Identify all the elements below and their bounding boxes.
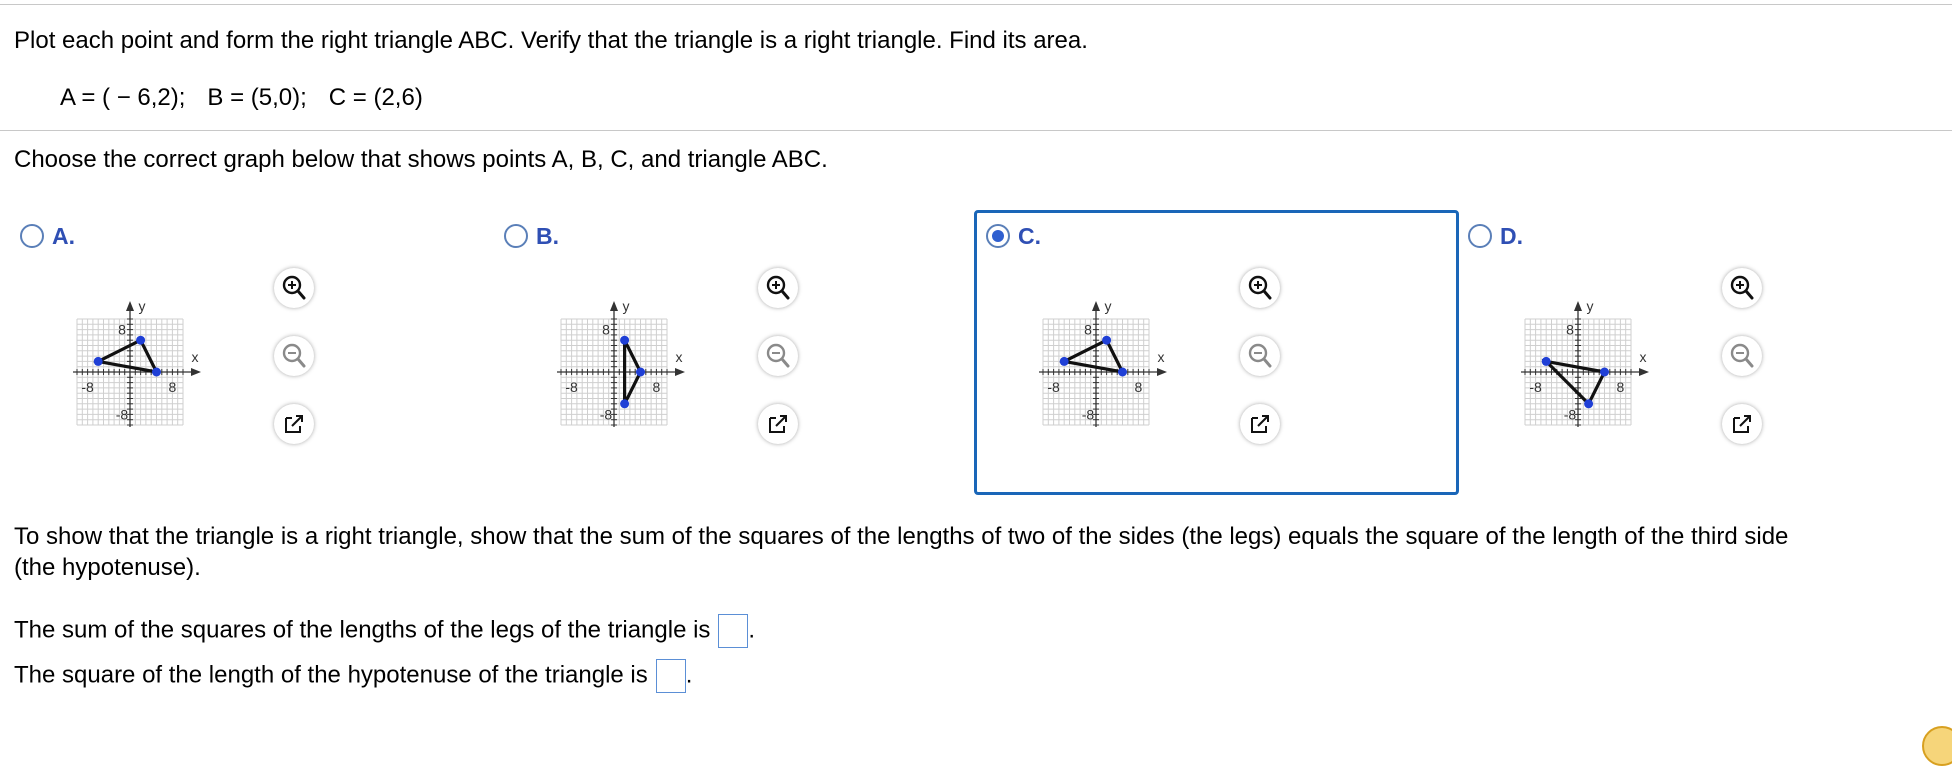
choice-a[interactable]: A. y x 8 -8 8 -8 (12, 210, 497, 495)
hypotenuse-row: The square of the length of the hypotenu… (14, 659, 692, 693)
zoom-out-icon (766, 343, 790, 368)
vertex-point (1600, 367, 1609, 377)
zoom-out-icon (1730, 343, 1754, 368)
x-axis-label: x (1158, 349, 1165, 365)
coordinate-graph: yx8-88-8 (1521, 298, 1649, 427)
zoom-in-button[interactable] (1240, 268, 1280, 308)
y-axis-label: y (1587, 298, 1594, 314)
y-tick-neg8: -8 (1082, 406, 1095, 422)
explanation-text: To show that the triangle is a right tri… (14, 523, 1789, 550)
choice-c-label: C. (1018, 223, 1041, 249)
zoom-in-icon (1730, 275, 1754, 300)
y-axis-label: y (139, 298, 146, 314)
vertex-point (1541, 356, 1551, 366)
explanation-text-continued: (the hypotenuse). (14, 554, 201, 581)
help-icon[interactable] (1922, 726, 1952, 766)
x-tick-neg8: -8 (1047, 379, 1060, 395)
vertex-point (1102, 335, 1112, 345)
vertex-point (636, 367, 645, 377)
y-axis-label: y (1105, 298, 1112, 314)
middle-divider (0, 130, 1952, 131)
popout-button[interactable] (1240, 404, 1280, 444)
points-list: A = ( − 6,2); B = (5,0); C = (2,6) (60, 83, 423, 113)
y-tick-neg8: -8 (600, 406, 613, 422)
x-tick-neg8: -8 (1529, 379, 1542, 395)
choose-prompt: Choose the correct graph below that show… (14, 146, 828, 173)
vertex-point (152, 367, 161, 377)
sum-legs-row: The sum of the squares of the lengths of… (14, 614, 755, 648)
vertex-point (1584, 399, 1594, 409)
vertex-point (620, 335, 630, 345)
popout-button[interactable] (1722, 404, 1762, 444)
popout-icon (1251, 415, 1269, 433)
popout-button[interactable] (758, 404, 798, 444)
zoom-in-icon (282, 275, 306, 300)
zoom-in-icon (766, 275, 790, 300)
x-axis-label: x (192, 349, 199, 365)
choice-d[interactable]: D. y x 8 -8 8 -8 (1460, 210, 1945, 495)
y-tick-8: 8 (1566, 322, 1574, 338)
choice-d-radio[interactable] (1468, 224, 1492, 248)
zoom-in-icon (1248, 275, 1272, 300)
zoom-in-button[interactable] (274, 268, 314, 308)
choice-b-label: B. (536, 223, 559, 249)
choice-a-radio[interactable] (20, 224, 44, 248)
choice-c[interactable]: C. y x 8 -8 8 -8 (974, 210, 1459, 495)
y-tick-8: 8 (602, 322, 610, 338)
popout-button[interactable] (274, 404, 314, 444)
sum-legs-period: . (748, 616, 756, 644)
popout-icon (769, 415, 787, 433)
choice-c-radio[interactable] (986, 224, 1010, 248)
question-instruction: Plot each point and form the right trian… (14, 27, 1088, 54)
vertex-point (1118, 367, 1127, 377)
vertex-point (620, 399, 630, 409)
popout-icon (285, 415, 303, 433)
x-tick-neg8: -8 (565, 379, 578, 395)
sum-legs-input[interactable] (718, 614, 749, 648)
point-b: B = (5,0); (207, 84, 307, 111)
zoom-in-button[interactable] (758, 268, 798, 308)
point-a: A = ( − 6,2); (60, 84, 186, 111)
x-tick-8: 8 (169, 379, 177, 395)
point-c: C = (2,6) (328, 84, 423, 111)
hypotenuse-label: The square of the length of the hypotenu… (14, 661, 648, 689)
zoom-in-button[interactable] (1722, 268, 1762, 308)
coordinate-graph: yx8-88-8 (557, 298, 685, 427)
x-tick-neg8: -8 (81, 379, 94, 395)
y-tick-8: 8 (118, 322, 126, 338)
x-tick-8: 8 (1617, 379, 1625, 395)
choice-d-label: D. (1500, 223, 1523, 249)
y-axis-label: y (623, 298, 630, 314)
zoom-out-button[interactable] (274, 336, 314, 376)
y-tick-8: 8 (1084, 322, 1092, 338)
x-axis-label: x (1640, 349, 1647, 365)
y-tick-neg8: -8 (1564, 406, 1577, 422)
zoom-out-button[interactable] (1722, 336, 1762, 376)
x-tick-8: 8 (653, 379, 661, 395)
popout-icon (1733, 415, 1751, 433)
x-tick-8: 8 (1135, 379, 1143, 395)
choice-b[interactable]: B. y x 8 -8 8 -8 (496, 210, 981, 495)
sum-legs-label: The sum of the squares of the lengths of… (14, 616, 711, 644)
choice-a-label: A. (52, 223, 75, 249)
coordinate-graph: yx8-88-8 (73, 298, 201, 427)
hypotenuse-input[interactable] (655, 659, 686, 693)
y-tick-neg8: -8 (116, 406, 129, 422)
zoom-out-button[interactable] (758, 336, 798, 376)
vertex-point (93, 356, 103, 366)
zoom-out-icon (282, 343, 306, 368)
coordinate-graph: yx8-88-8 (1039, 298, 1167, 427)
zoom-out-button[interactable] (1240, 336, 1280, 376)
zoom-out-icon (1248, 343, 1272, 368)
top-divider (0, 4, 1952, 5)
hypotenuse-period: . (685, 661, 693, 689)
radio-selected-dot (992, 230, 1004, 242)
x-axis-label: x (676, 349, 683, 365)
choice-b-radio[interactable] (504, 224, 528, 248)
vertex-point (1059, 356, 1069, 366)
vertex-point (136, 335, 146, 345)
